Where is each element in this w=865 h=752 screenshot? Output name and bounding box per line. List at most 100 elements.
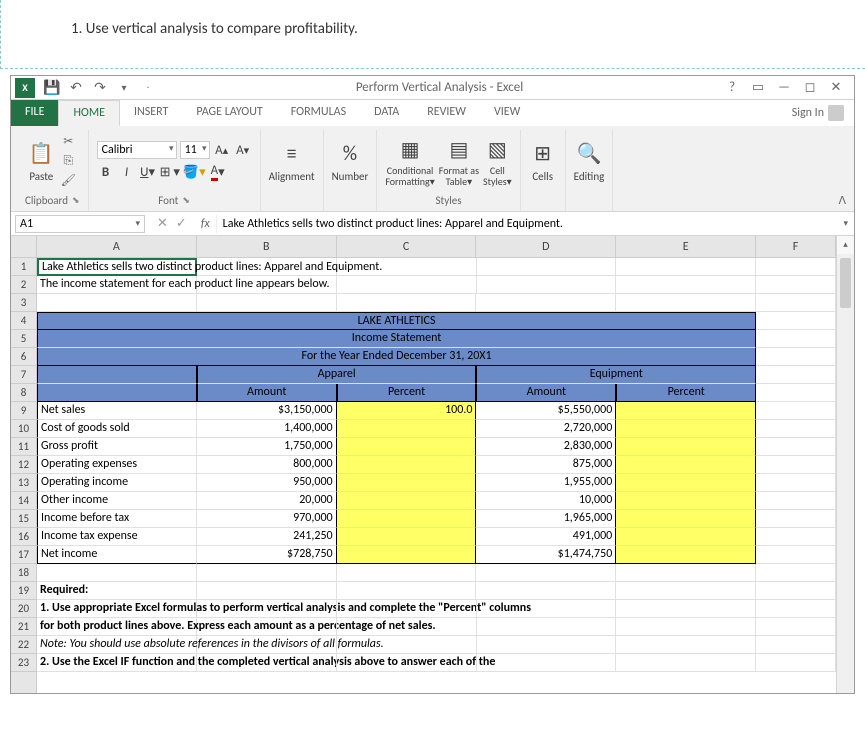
cell[interactable] [616, 618, 756, 636]
close-icon[interactable]: ✕ [824, 78, 848, 98]
enter-formula-icon[interactable]: ✓ [176, 216, 187, 231]
signin-link[interactable]: Sign In [782, 100, 854, 126]
cell[interactable]: 1,955,000 [476, 474, 616, 492]
cell[interactable] [37, 564, 197, 582]
qat-customize-icon[interactable]: ▾ [113, 77, 135, 99]
cut-icon[interactable]: ✂ [59, 134, 77, 150]
ribbon-display-icon[interactable]: ▭ [746, 78, 770, 98]
cell[interactable] [756, 510, 836, 528]
cell[interactable]: 100.0 [337, 402, 477, 420]
cell[interactable] [197, 294, 337, 312]
cell[interactable] [337, 420, 477, 438]
alignment-button[interactable]: ≡Alignment [269, 140, 315, 183]
cell[interactable]: 1,965,000 [476, 510, 616, 528]
row-header-5[interactable]: 5 [11, 330, 36, 348]
apparel-header[interactable]: Apparel [197, 366, 477, 384]
cell[interactable] [337, 474, 477, 492]
cell[interactable] [616, 492, 756, 510]
select-all-corner[interactable] [11, 236, 36, 258]
cell[interactable] [197, 564, 337, 582]
cell[interactable] [476, 294, 616, 312]
fill-color-button[interactable]: 🪣▾ [183, 162, 206, 182]
undo-icon[interactable]: ↶ [65, 77, 87, 99]
row-header-19[interactable]: 19 [11, 582, 36, 600]
cell[interactable] [616, 654, 756, 672]
cell[interactable] [197, 276, 337, 294]
cell[interactable]: Income tax expense [37, 528, 197, 546]
cell[interactable] [756, 474, 836, 492]
row-header-11[interactable]: 11 [11, 438, 36, 456]
cell[interactable]: Net income [37, 546, 197, 564]
save-icon[interactable]: 💾 [41, 77, 63, 99]
cell[interactable] [477, 276, 617, 294]
redo-icon[interactable]: ↷ [89, 77, 111, 99]
cell[interactable] [477, 618, 617, 636]
cell[interactable]: 491,000 [476, 528, 616, 546]
cell[interactable] [197, 636, 337, 654]
cell[interactable] [756, 492, 836, 510]
cell[interactable]: 10,000 [476, 492, 616, 510]
row-header-15[interactable]: 15 [11, 510, 36, 528]
cell[interactable] [477, 654, 617, 672]
paste-button[interactable]: 📋Paste [27, 140, 55, 183]
cell[interactable] [197, 654, 337, 672]
cell[interactable] [337, 654, 477, 672]
cell[interactable]: Cost of goods sold [37, 420, 197, 438]
row-header-21[interactable]: 21 [11, 618, 36, 636]
row-header-7[interactable]: 7 [11, 366, 36, 384]
tab-home[interactable]: HOME [58, 100, 120, 126]
collapse-ribbon-icon[interactable]: ᐱ [838, 194, 846, 207]
tab-file[interactable]: FILE [11, 100, 58, 126]
row-header-17[interactable]: 17 [11, 546, 36, 564]
cancel-formula-icon[interactable]: ✕ [157, 216, 168, 231]
equipment-header[interactable]: Equipment [476, 366, 756, 384]
editing-button[interactable]: 🔍Editing [574, 140, 605, 183]
underline-button[interactable]: U ▾ [139, 162, 157, 182]
tab-pagelayout[interactable]: PAGE LAYOUT [182, 100, 276, 126]
cell[interactable] [616, 546, 756, 564]
scroll-up-icon[interactable]: ▴ [837, 236, 854, 254]
row-header-13[interactable]: 13 [11, 474, 36, 492]
cell[interactable] [756, 366, 836, 384]
qat-more-icon[interactable]: ‧ [137, 77, 159, 99]
scroll-thumb[interactable] [840, 258, 851, 308]
cell[interactable] [616, 600, 756, 618]
cell[interactable] [756, 348, 836, 366]
cell[interactable]: 241,250 [197, 528, 337, 546]
cell-styles-button[interactable]: ▧CellStyles▾ [483, 135, 512, 187]
cell[interactable] [616, 258, 756, 276]
cells-button[interactable]: ⊞Cells [529, 140, 557, 183]
cell[interactable] [476, 582, 616, 600]
font-color-button[interactable]: A▾ [209, 162, 227, 182]
cell[interactable] [616, 294, 756, 312]
cell[interactable]: Operating income [37, 474, 197, 492]
cell[interactable]: Required: [37, 582, 197, 600]
row-header-20[interactable]: 20 [11, 600, 36, 618]
cell[interactable] [337, 438, 477, 456]
cell[interactable] [337, 600, 477, 618]
tab-formulas[interactable]: FORMULAS [277, 100, 360, 126]
tab-review[interactable]: REVIEW [413, 100, 480, 126]
cell[interactable] [37, 384, 197, 402]
row-header-23[interactable]: 23 [11, 654, 36, 672]
row-header-1[interactable]: 1 [11, 258, 36, 276]
cell[interactable] [616, 402, 756, 420]
cell[interactable] [756, 582, 836, 600]
cell[interactable] [756, 402, 836, 420]
cell[interactable] [756, 600, 836, 618]
cell[interactable]: Gross profit [37, 438, 197, 456]
cell[interactable]: 1,750,000 [197, 438, 337, 456]
font-size-select[interactable]: 11 [180, 141, 210, 159]
cell[interactable]: Amount [476, 384, 616, 402]
cell[interactable] [616, 456, 756, 474]
copy-icon[interactable]: ⎘ [59, 153, 77, 169]
cell[interactable] [477, 258, 617, 276]
cell[interactable]: 2. Use the Excel IF function and the com… [37, 654, 197, 672]
cell[interactable]: Percent [616, 384, 756, 402]
row-header-12[interactable]: 12 [11, 456, 36, 474]
tab-insert[interactable]: INSERT [120, 100, 182, 126]
cell[interactable] [616, 420, 756, 438]
cell[interactable]: 800,000 [197, 456, 337, 474]
cell[interactable] [756, 546, 836, 564]
cell[interactable] [337, 618, 477, 636]
